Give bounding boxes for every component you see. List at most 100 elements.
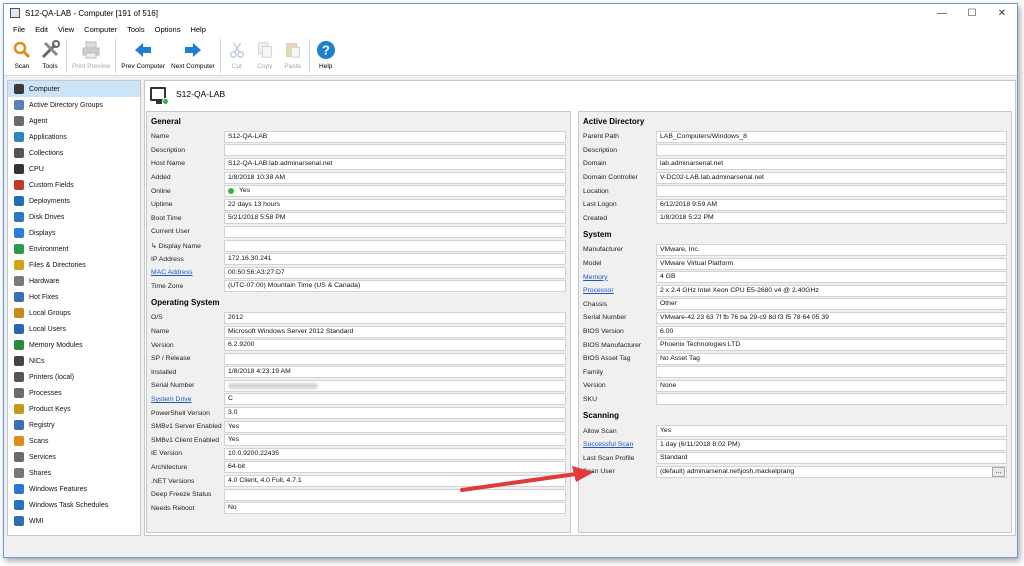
menu-tools[interactable]: Tools [122,25,150,34]
sidebar-item-files-directories[interactable]: Files & Directories [8,257,140,273]
sidebar-item-nics[interactable]: NICs [8,353,140,369]
sidebar-item-disk-drives[interactable]: Disk Drives [8,209,140,225]
hot-fixes-icon [14,292,24,302]
field-value-current-user [224,225,566,238]
product-keys-icon [14,404,24,414]
field-value-name: S12-QA-LAB [224,130,566,143]
sidebar-item-deployments[interactable]: Deployments [8,193,140,209]
sidebar-item-active-directory-groups[interactable]: Active Directory Groups [8,97,140,113]
field-value-domain-controller: V-DC02-LAB.lab.adminarsenal.net [656,171,1007,184]
sidebar-item-hardware[interactable]: Hardware [8,273,140,289]
red-arrow-annotation [460,466,594,492]
help-button[interactable]: ? Help [312,39,340,70]
sidebar-item-label: Local Users [29,325,66,333]
help-label: Help [319,63,333,70]
field-label-manufacturer: Manufacturer [583,246,624,254]
custom-fields-icon [14,180,24,190]
copy-button[interactable]: Copy [251,39,279,70]
sidebar-item-registry[interactable]: Registry [8,417,140,433]
paste-button[interactable]: Paste [279,39,307,70]
next-computer-button[interactable]: Next Computer [168,39,218,70]
sidebar-item-printers-local[interactable]: Printers (local) [8,369,140,385]
minimize-button[interactable]: — [927,4,957,22]
field-value-scan-user: (default) adminarsenal.net\josh.mackelpr… [656,465,1007,478]
field-label-memory[interactable]: Memory [579,274,656,281]
sidebar-item-processes[interactable]: Processes [8,385,140,401]
menu-view[interactable]: View [53,25,79,34]
sidebar-item-cpu[interactable]: CPU [8,161,140,177]
sidebar-item-windows-task-schedules[interactable]: Windows Task Schedules [8,497,140,513]
field-label-mac-address[interactable]: MAC Address [147,269,224,276]
field-row-bios-version: BIOS Version 6.00 [579,325,1011,339]
tools-button[interactable]: Tools [36,39,64,70]
field-value-online: Yes [224,185,566,198]
menu-file[interactable]: File [8,25,30,34]
sidebar-item-scans[interactable]: Scans [8,433,140,449]
scan-label: Scan [14,63,30,70]
menu-edit[interactable]: Edit [30,25,53,34]
toolbar: Scan Tools Print Preview Prev Computer N… [4,36,1017,76]
sidebar-item-custom-fields[interactable]: Custom Fields [8,177,140,193]
menu-computer[interactable]: Computer [79,25,122,34]
hardware-icon [14,276,24,286]
sidebar-item-memory-modules[interactable]: Memory Modules [8,337,140,353]
sidebar-item-label: Processes [29,389,62,397]
agent-icon [14,116,24,126]
field-label-needs-reboot: Needs Reboot [151,504,195,512]
arrow-right-icon [182,39,204,61]
sidebar-item-services[interactable]: Services [8,449,140,465]
scan-icon [11,39,33,61]
sidebar-item-hot-fixes[interactable]: Hot Fixes [8,289,140,305]
field-row-needs-reboot: Needs Reboot No [147,501,570,515]
sidebar-item-label: CPU [29,165,44,173]
sidebar-item-label: Windows Features [29,485,87,493]
field-label-processor[interactable]: Processor [579,287,656,294]
sidebar-item-agent[interactable]: Agent [8,113,140,129]
toolbar-separator [115,39,117,73]
menu-help[interactable]: Help [185,25,210,34]
sidebar-item-computer[interactable]: Computer [8,81,140,97]
sidebar-item-local-users[interactable]: Local Users [8,321,140,337]
computer-online-icon [150,87,169,105]
sidebar-item-environment[interactable]: Environment [8,241,140,257]
field-label-architecture: Architecture [151,463,188,471]
field-row-name: Name Microsoft Windows Server 2012 Standa… [147,325,570,339]
copy-label: Copy [257,63,273,70]
paste-icon [282,39,304,61]
sidebar-item-product-keys[interactable]: Product Keys [8,401,140,417]
prev-computer-button[interactable]: Prev Computer [118,39,168,70]
sidebar-item-windows-features[interactable]: Windows Features [8,481,140,497]
field-label-ie-version: IE Version [151,450,182,458]
sidebar-item-label: Deployments [29,197,70,205]
print-preview-button[interactable]: Print Preview [69,39,113,70]
field-label-successful-scan[interactable]: Successful Scan [579,441,656,448]
wmi-icon [14,516,24,526]
sidebar-item-local-groups[interactable]: Local Groups [8,305,140,321]
scan-button[interactable]: Scan [8,39,36,70]
field-value-processor: 2 x 2.4 GHz Intel Xeon CPU E5-2680 v4 @ … [656,284,1007,297]
sidebar-item-label: Environment [29,245,69,253]
field-label-smbv1-client-enabled: SMBv1 Client Enabled [151,436,220,444]
maximize-button[interactable]: ☐ [957,4,987,22]
scan-user-browse-button[interactable]: ... [992,466,1005,477]
sidebar-item-shares[interactable]: Shares [8,465,140,481]
sidebar-item-label: Applications [29,133,67,141]
sidebar-item-displays[interactable]: Displays [8,225,140,241]
cut-button[interactable]: Cut [223,39,251,70]
close-button[interactable]: ✕ [987,4,1017,22]
sidebar-item-label: Displays [29,229,56,237]
sidebar-item-label: NICs [29,357,45,365]
sidebar-item-wmi[interactable]: WMI [8,513,140,529]
sidebar-item-label: Scans [29,437,49,445]
field-row-domain: Domain lab.adminarsenal.net [579,157,1011,171]
processes-icon [14,388,24,398]
sidebar-item-applications[interactable]: Applications [8,129,140,145]
sidebar-item-collections[interactable]: Collections [8,145,140,161]
field-row-smbv1-server-enabled: SMBv1 Server Enabled Yes [147,420,570,434]
field-label-online: Online [151,187,171,195]
field-label-version: Version [151,341,174,349]
next-computer-label: Next Computer [171,63,215,70]
field-value-boot-time: 5/21/2018 5:58 PM [224,212,566,225]
menu-options[interactable]: Options [150,25,186,34]
field-label-system-drive[interactable]: System Drive [147,396,224,403]
